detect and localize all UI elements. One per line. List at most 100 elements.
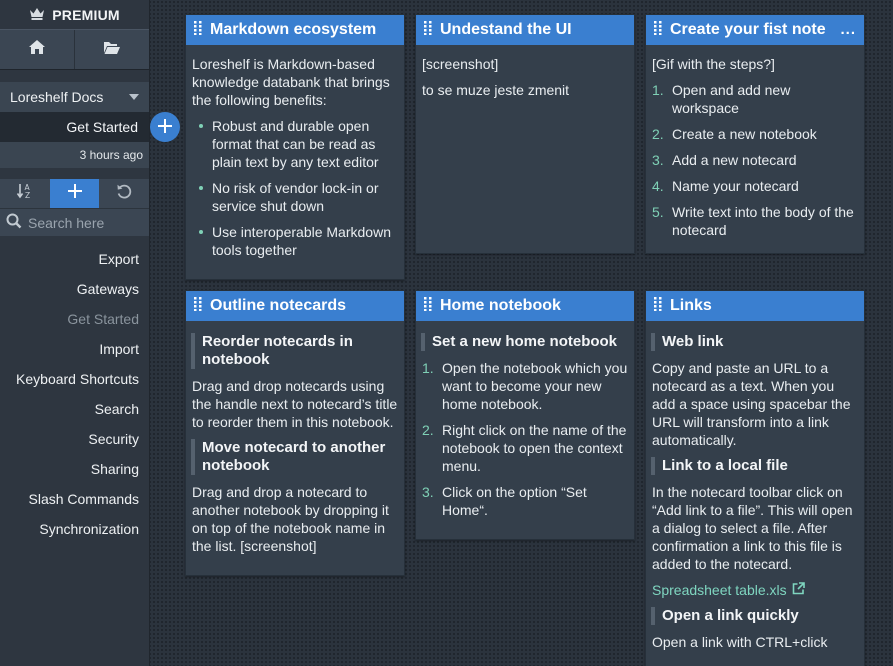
notecard-body[interactable]: [Gif with the steps?] 1. Open and add new…	[646, 45, 864, 253]
add-notebook-button[interactable]	[49, 179, 100, 208]
last-modified-timestamp: 3 hours ago	[0, 142, 149, 168]
list-item: 3. Click on the option “Set Home“.	[422, 484, 587, 518]
numbered-list: 1. Open and add new workspace 2. Create a …	[652, 81, 858, 239]
file-link-label: Spreadsheet table.xls	[652, 582, 787, 598]
notebook-item-gateways[interactable]: Gateways	[0, 274, 149, 304]
home-icon	[28, 39, 46, 60]
notecard-title: Home notebook	[440, 297, 561, 314]
section-heading: Web link	[651, 333, 858, 351]
list-item: 1. Open and add new workspace	[652, 82, 791, 116]
notecard-title: Create your fist note	[670, 21, 826, 38]
search-icon	[6, 213, 22, 232]
notebook-item-keyboard-shortcuts[interactable]: Keyboard Shortcuts	[0, 364, 149, 394]
notebook-item-security[interactable]: Security	[0, 424, 149, 454]
notecard-create-first-note: Create your fist note ... [Gif with the …	[645, 14, 865, 254]
notebook-item-import[interactable]: Import	[0, 334, 149, 364]
add-notecard-button[interactable]	[150, 112, 180, 142]
notecard-body[interactable]: Reorder notecards in notebook Drag and d…	[186, 321, 404, 569]
section-heading: Move notecard to another notebook	[191, 439, 398, 475]
drag-handle-icon[interactable]	[194, 296, 202, 316]
notebook-item-get-started[interactable]: Get Started	[0, 304, 149, 334]
notecard-title: Outline notecards	[210, 297, 347, 314]
more-options-button[interactable]: ...	[840, 21, 856, 38]
list-toolbar: A Z	[0, 179, 149, 208]
crown-icon	[29, 7, 45, 23]
numbered-list: 1. Open the notebook which you want to be…	[422, 359, 628, 519]
notebook-item-sharing[interactable]: Sharing	[0, 454, 149, 484]
notebook-select[interactable]: Loreshelf Docs	[0, 82, 149, 112]
notecard-header[interactable]: Create your fist note ...	[646, 15, 864, 45]
drag-handle-icon[interactable]	[194, 20, 202, 40]
sort-button[interactable]: A Z	[0, 179, 50, 208]
list-item: 5. Write text into the body of the noteca…	[652, 204, 854, 238]
drag-handle-icon[interactable]	[424, 20, 432, 40]
notebook-item-synchronization[interactable]: Synchronization	[0, 514, 149, 544]
search-field[interactable]: Search here	[0, 208, 149, 236]
list-item: Robust and durable open format that can …	[199, 117, 398, 171]
premium-label: PREMIUM	[52, 6, 120, 23]
notecard-title: Links	[670, 297, 712, 314]
notecard-header[interactable]: Home notebook	[416, 291, 634, 321]
list-item: 2. Right click on the name of the noteboo…	[422, 422, 627, 474]
notecard-understand-ui: Undestand the UI [screenshot] to se muze…	[415, 14, 635, 254]
drag-handle-icon[interactable]	[424, 296, 432, 316]
notecard-body[interactable]: Loreshelf is Markdown-based knowledge da…	[186, 45, 404, 273]
paragraph: [screenshot]	[422, 56, 499, 72]
notebook-select-label: Loreshelf Docs	[10, 89, 104, 105]
refresh-button[interactable]	[99, 179, 149, 208]
paragraph: to se muze jeste zmenit	[422, 82, 570, 98]
refresh-icon	[116, 183, 133, 205]
folder-open-icon	[103, 40, 121, 60]
home-button[interactable]	[0, 30, 75, 69]
paragraph: Open a link with CTRL+click	[652, 634, 828, 650]
open-folder-button[interactable]	[75, 30, 149, 69]
paragraph: Copy and paste an URL to a notecard as a…	[652, 360, 851, 448]
paragraph: Loreshelf is Markdown-based knowledge da…	[192, 56, 390, 108]
section-heading: Reorder notecards in notebook	[191, 333, 398, 369]
current-notebook-item[interactable]: Get Started	[0, 112, 180, 142]
list-item: Use interoperable Markdown tools togethe…	[199, 223, 398, 259]
list-item: 4. Name your notecard	[652, 178, 799, 194]
paragraph: Spreadsheet table.xls	[652, 581, 858, 599]
notecard-body[interactable]: Set a new home notebook 1. Open the noteb…	[416, 321, 634, 533]
sidebar: PREMIUM Loreshelf Docs Get Started 3 hou…	[0, 0, 180, 666]
notecard-body[interactable]: Web link Copy and paste an URL to a note…	[646, 321, 864, 665]
list-item: 2. Create a new notebook	[652, 126, 817, 142]
notebook-item-search[interactable]: Search	[0, 394, 149, 424]
paragraph: [Gif with the steps?]	[652, 56, 775, 72]
notecard-title: Undestand the UI	[440, 21, 572, 38]
notebook-item-export[interactable]: Export	[0, 244, 149, 274]
paragraph: In the notecard toolbar click on “Add li…	[652, 484, 853, 572]
premium-badge[interactable]: PREMIUM	[0, 0, 149, 29]
notebook-item-slash-commands[interactable]: Slash Commands	[0, 484, 149, 514]
search-placeholder: Search here	[28, 214, 105, 231]
file-link[interactable]: Spreadsheet table.xls	[652, 581, 805, 599]
notecard-body[interactable]: [screenshot] to se muze jeste zmenit	[416, 45, 634, 113]
plus-icon	[67, 184, 82, 203]
paragraph: Drag and drop notecards using the handle…	[192, 378, 398, 430]
top-icon-row	[0, 29, 149, 70]
bullet-list: Robust and durable open format that can …	[192, 117, 398, 259]
plus-icon	[158, 118, 172, 136]
list-item: 3. Add a new notecard	[652, 152, 797, 168]
drag-handle-icon[interactable]	[654, 296, 662, 316]
paragraph: Drag and drop a notecard to another note…	[192, 484, 389, 554]
svg-text:Z: Z	[25, 191, 30, 200]
section-heading: Set a new home notebook	[421, 333, 628, 351]
notecard-links: Links Web link Copy and paste an URL to …	[645, 290, 865, 666]
chevron-down-icon	[129, 94, 139, 100]
notecard-home-notebook: Home notebook Set a new home notebook 1.…	[415, 290, 635, 540]
notebook-list: Export Gateways Get Started Import Keybo…	[0, 244, 149, 544]
section-heading: Link to a local file	[651, 457, 858, 475]
sort-alpha-icon: A Z	[16, 182, 34, 205]
current-notebook-label: Get Started	[66, 119, 138, 135]
notecard-header[interactable]: Markdown ecosystem	[186, 15, 404, 45]
notecard-title: Markdown ecosystem	[210, 21, 377, 38]
notecard-header[interactable]: Outline notecards	[186, 291, 404, 321]
notecard-markdown-ecosystem: Markdown ecosystem Loreshelf is Markdown…	[185, 14, 405, 280]
notecard-outline-notecards: Outline notecards Reorder notecards in n…	[185, 290, 405, 576]
notecard-header[interactable]: Links	[646, 291, 864, 321]
drag-handle-icon[interactable]	[654, 20, 662, 40]
notecard-header[interactable]: Undestand the UI	[416, 15, 634, 45]
external-link-icon	[792, 581, 805, 599]
